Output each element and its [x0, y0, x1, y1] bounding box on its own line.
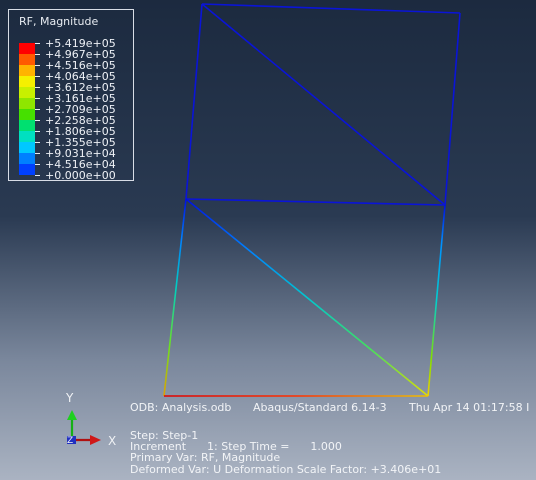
legend-swatch [19, 87, 35, 98]
legend-swatch [19, 120, 35, 131]
mesh-edge-upper-top [201, 3, 461, 14]
legend-tick [35, 109, 40, 110]
legend-tick [35, 43, 40, 44]
legend-swatch [19, 142, 35, 153]
legend-tick [35, 175, 40, 176]
legend-tick [35, 142, 40, 143]
legend-tick [35, 131, 40, 132]
legend-swatch [19, 76, 35, 87]
x-axis-label: X [108, 434, 116, 448]
legend-swatch [19, 164, 35, 175]
legend-tick [35, 54, 40, 55]
odb-file-label: ODB: Analysis.odb [130, 401, 232, 414]
legend-swatch [19, 54, 35, 65]
deformed-var-label: Deformed Var: U Deformation Scale Factor… [130, 463, 442, 476]
y-axis-label: Y [65, 391, 74, 405]
mesh-edge-lower-left [163, 198, 187, 397]
legend-tick [35, 153, 40, 154]
solver-version-label: Abaqus/Standard 6.14-3 [253, 401, 387, 414]
x-axis-arrow-icon [90, 435, 101, 445]
legend-swatch [19, 43, 35, 54]
legend-tick [35, 65, 40, 66]
contour-legend: RF, Magnitude +5.419e+05 +4.967e+05 +4.516… [8, 9, 134, 181]
legend-swatch [19, 153, 35, 164]
mesh-edge-lower-diagonal [185, 198, 429, 397]
legend-swatch [19, 131, 35, 142]
legend-tick [35, 76, 40, 77]
mesh-edge-upper-left [185, 3, 203, 200]
legend-tick [35, 87, 40, 88]
y-axis-arrow-icon [67, 410, 77, 420]
z-axis-label: Z [67, 436, 73, 446]
legend-tick [35, 164, 40, 165]
legend-swatch [19, 98, 35, 109]
mesh-edge-upper-right [444, 12, 461, 206]
legend-tick [35, 120, 40, 121]
legend-swatch [19, 65, 35, 76]
mesh-edge-upper-mid [185, 198, 446, 206]
mesh-edge-lower-right [427, 204, 446, 397]
coordinate-triad: Y X Z [65, 391, 116, 448]
legend-tick [35, 98, 40, 99]
legend-label: +0.000e+00 [45, 169, 116, 182]
timestamp-label: Thu Apr 14 01:17:58 I [409, 401, 530, 414]
legend-title: RF, Magnitude [19, 15, 99, 28]
mesh-edge-upper-diagonal [201, 3, 446, 206]
legend-swatch [19, 109, 35, 120]
